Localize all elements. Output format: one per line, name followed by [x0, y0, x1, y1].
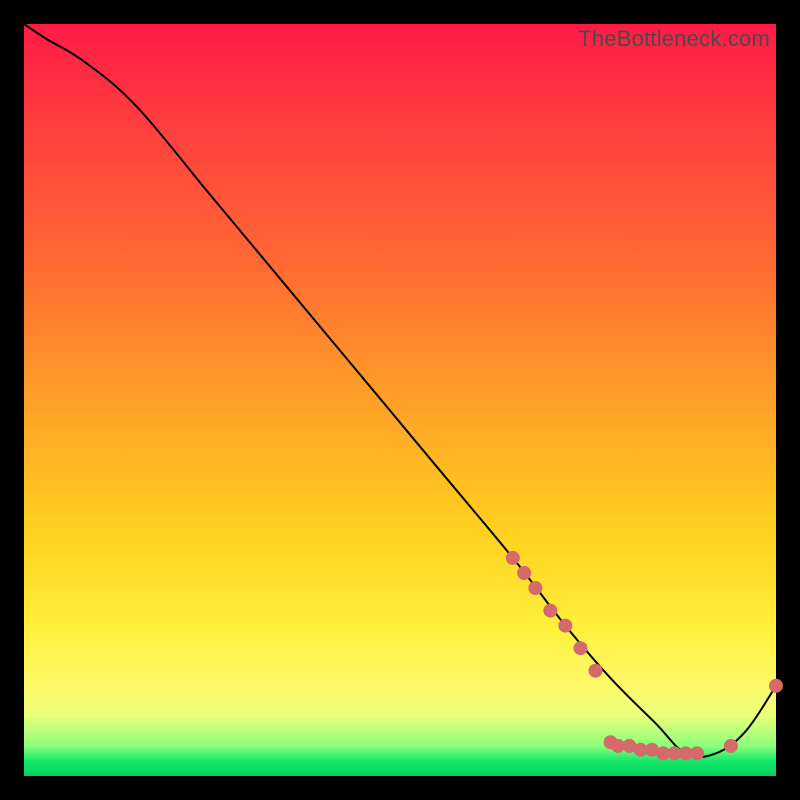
- curve-marker: [589, 664, 603, 678]
- curve-markers: [506, 551, 783, 761]
- chart-stage: TheBottleneck.com: [0, 0, 800, 800]
- chart-overlay: [24, 24, 776, 776]
- curve-marker: [574, 641, 588, 655]
- plot-area: TheBottleneck.com: [24, 24, 776, 776]
- curve-marker: [543, 604, 557, 618]
- curve-marker: [690, 746, 704, 760]
- curve-marker: [517, 566, 531, 580]
- curve-marker: [724, 739, 738, 753]
- curve-marker: [769, 679, 783, 693]
- curve-marker: [506, 551, 520, 565]
- curve-marker: [558, 619, 572, 633]
- curve-marker: [528, 581, 542, 595]
- curve-line: [24, 24, 776, 757]
